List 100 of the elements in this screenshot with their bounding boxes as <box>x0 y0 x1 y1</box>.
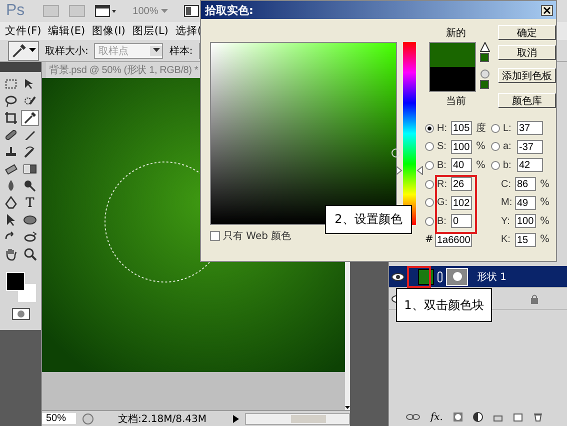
orbit-icon <box>23 230 37 244</box>
chain-icon <box>437 270 443 282</box>
field-label: C: <box>501 178 512 190</box>
field-label: M: <box>501 197 513 208</box>
new-color-label: 新的 <box>446 28 466 40</box>
value-field[interactable]: 40 <box>451 158 472 172</box>
value-field[interactable]: 105 <box>451 121 472 136</box>
zoom-field[interactable]: 50% <box>42 413 76 424</box>
color-cursor[interactable] <box>391 148 401 158</box>
dialog-title: 拾取实色: <box>205 2 254 18</box>
app-logo: Ps <box>6 2 25 20</box>
radio-button[interactable] <box>425 142 434 152</box>
field-label: G: <box>437 197 449 208</box>
field-label: R: <box>437 178 448 190</box>
unit-label: % <box>540 234 551 246</box>
menu-item[interactable]: 图层(L) <box>132 24 168 38</box>
magnifier-icon <box>23 247 37 261</box>
menu-item[interactable]: 编辑(E) <box>48 24 86 38</box>
crop-tool[interactable] <box>2 110 20 126</box>
quick-mask-icon[interactable] <box>12 308 30 320</box>
field-label: a: <box>503 141 512 152</box>
close-icon[interactable] <box>541 4 553 16</box>
radio-button[interactable] <box>491 124 500 133</box>
value-field[interactable]: 37 <box>517 121 543 136</box>
caret-icon <box>161 8 168 14</box>
layer-style-button[interactable]: fx. <box>430 412 443 422</box>
value-field[interactable]: 86 <box>515 177 536 192</box>
menu-item[interactable]: 文件(F) <box>5 24 42 38</box>
dialog-button[interactable]: 添加到色板 <box>498 68 556 83</box>
caret-icon <box>152 48 160 52</box>
type-tool[interactable]: T <box>21 195 39 211</box>
globe-icon[interactable] <box>82 412 94 424</box>
eyedropper-icon <box>23 111 37 125</box>
field-label: L: <box>503 122 512 134</box>
layer-row[interactable]: 形状 1 <box>389 266 567 288</box>
stamp-icon <box>4 145 18 159</box>
hue-slider-thumb[interactable] <box>396 166 423 175</box>
menu-item[interactable]: 图像(I) <box>92 24 126 38</box>
radio-button[interactable] <box>425 180 434 189</box>
radio-button[interactable] <box>425 124 434 133</box>
dialog-button[interactable]: 颜色库 <box>498 93 556 108</box>
value-field[interactable]: 0 <box>451 214 472 228</box>
pen-icon <box>4 196 18 210</box>
value-field[interactable]: 26 <box>451 177 472 192</box>
instruction-tooltip: 2、设置颜色 <box>325 205 412 234</box>
adjustment-icon[interactable] <box>473 412 483 422</box>
web-safe-swatch[interactable] <box>480 80 489 89</box>
highlight-frame <box>407 266 431 288</box>
eye-icon[interactable] <box>391 270 405 282</box>
new-layer-icon[interactable] <box>513 412 523 422</box>
unit-label: 度 <box>476 122 487 136</box>
dialog-button[interactable]: 确定 <box>498 25 556 40</box>
value-field[interactable]: -37 <box>517 140 543 154</box>
gamut-swatch[interactable] <box>480 53 489 62</box>
field-label: B: <box>437 216 448 227</box>
radio-button[interactable] <box>491 142 500 152</box>
history-brush-icon <box>23 145 37 159</box>
hand-icon <box>4 247 18 261</box>
value-field[interactable]: 100 <box>515 214 536 228</box>
radio-button[interactable] <box>425 216 434 226</box>
mask-icon[interactable] <box>453 412 463 422</box>
horizontal-scrollbar[interactable] <box>244 412 350 424</box>
status-menu-arrow[interactable] <box>232 414 239 422</box>
link-icon[interactable] <box>406 413 420 421</box>
eyedropper-tool[interactable] <box>21 110 39 126</box>
radio-button[interactable] <box>425 160 434 170</box>
layer-name: 形状 1 <box>477 270 507 284</box>
hex-label: # <box>425 234 433 246</box>
radio-button[interactable] <box>425 198 434 208</box>
view-icon[interactable] <box>94 5 117 17</box>
radio-button[interactable] <box>491 160 500 170</box>
highlight-frame <box>435 175 477 234</box>
tool-preset-picker[interactable] <box>8 40 39 60</box>
warning-icon <box>480 42 490 52</box>
value-field[interactable]: 100 <box>451 140 472 154</box>
field-label: b: <box>503 160 512 171</box>
color-comparison-swatch <box>428 42 476 92</box>
marquee-icon <box>4 77 18 91</box>
eyedropper-icon <box>11 42 27 58</box>
value-field[interactable]: 15 <box>515 232 536 247</box>
field-label: K: <box>501 234 512 246</box>
sample-label: 样本: <box>169 44 193 58</box>
value-field[interactable]: 42 <box>517 158 543 172</box>
caret-icon <box>29 48 36 53</box>
field-label: H: <box>437 122 448 134</box>
dialog-button[interactable]: 取消 <box>498 45 556 60</box>
value-field[interactable]: 49 <box>515 196 536 210</box>
ellipse-icon <box>23 213 37 227</box>
field-label: B: <box>437 160 448 171</box>
gradient-icon <box>23 162 37 176</box>
document-info: 文档:2.18M/8.43M <box>118 412 207 426</box>
crop-icon <box>4 111 18 125</box>
brush-icon <box>23 128 37 142</box>
dodge-icon <box>23 179 37 193</box>
vector-mask-thumbnail[interactable] <box>446 268 468 286</box>
unit-label: % <box>540 197 551 208</box>
field-label: S: <box>437 141 448 152</box>
trash-icon[interactable] <box>533 412 543 422</box>
color-swatches[interactable] <box>6 272 36 302</box>
value-field[interactable]: 102 <box>451 196 472 210</box>
